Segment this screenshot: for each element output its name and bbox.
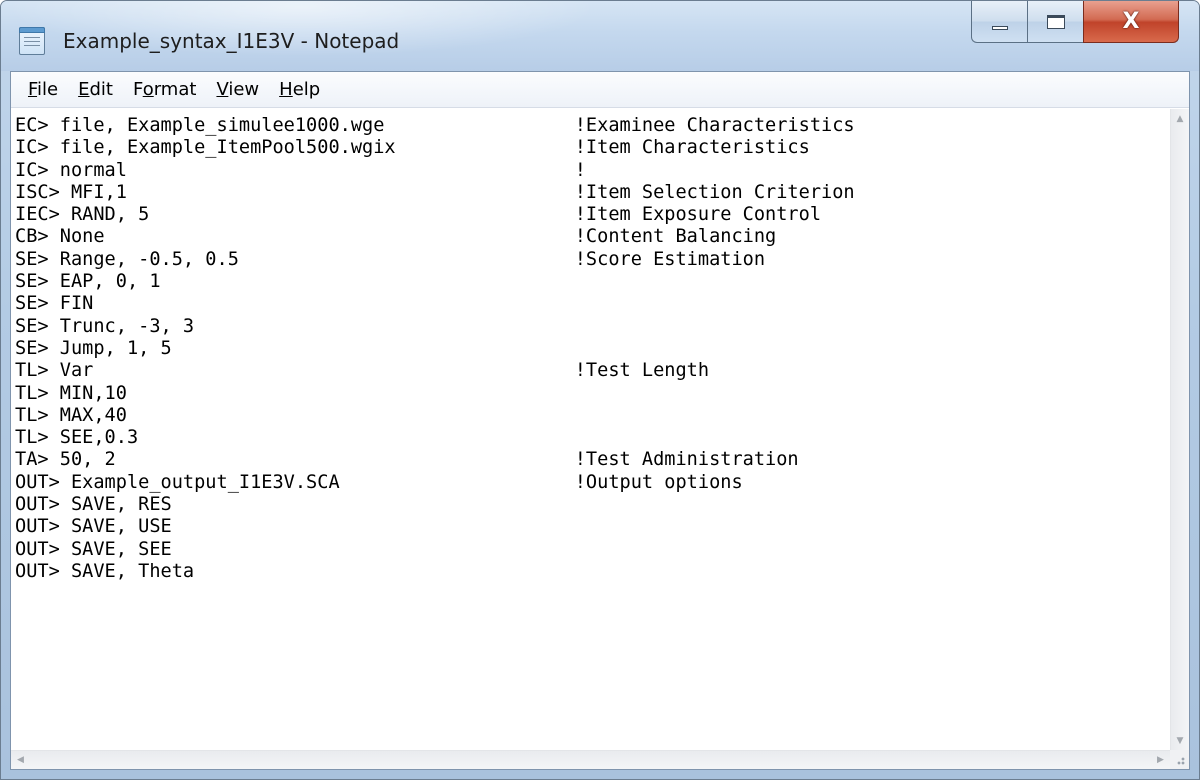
editor-line[interactable]: TL> MIN,10 — [15, 383, 127, 404]
line-padding — [149, 204, 574, 225]
line-code: TA> 50, 2 — [15, 449, 116, 471]
editor-line[interactable]: EC> file, Example_simulee1000.wge !Exami… — [15, 115, 855, 136]
editor-line[interactable]: TL> Var !Test Length — [15, 360, 709, 381]
menu-format[interactable]: Format — [124, 75, 205, 104]
editor-line[interactable]: SE> Trunc, -3, 3 — [15, 316, 194, 337]
line-code: OUT> SAVE, Theta — [15, 560, 195, 582]
line-code: SE> Trunc, -3, 3 — [15, 315, 195, 337]
line-code: OUT> Example_output_I1E3V.SCA — [15, 471, 340, 493]
line-padding — [116, 449, 575, 470]
menu-edit[interactable]: Edit — [69, 75, 122, 104]
vertical-scrollbar[interactable]: ▲ ▼ — [1170, 109, 1189, 750]
line-code: TL> Var — [15, 360, 94, 382]
editor-line[interactable]: TL> SEE,0.3 — [15, 427, 138, 448]
menu-file[interactable]: File — [19, 75, 67, 104]
line-code: EC> file, Example_simulee1000.wge — [15, 115, 385, 136]
line-code: OUT> SAVE, SEE — [15, 538, 172, 560]
line-code: ISC> MFI,1 — [15, 181, 127, 203]
scroll-up-arrow-icon[interactable]: ▲ — [1171, 109, 1189, 128]
title-bar[interactable]: Example_syntax_I1E3V - Notepad X — [1, 1, 1199, 71]
line-code: SE> Jump, 1, 5 — [15, 337, 172, 359]
line-padding — [93, 360, 574, 381]
line-comment: !Item Selection Criterion — [574, 181, 855, 203]
notepad-window: Example_syntax_I1E3V - Notepad X File Ed… — [0, 0, 1200, 780]
horizontal-scrollbar[interactable]: ◀ ▶ — [11, 750, 1170, 769]
maximize-icon — [1046, 14, 1065, 29]
editor-line[interactable]: SE> EAP, 0, 1 — [15, 271, 161, 292]
minimize-icon — [991, 25, 1008, 30]
menu-help[interactable]: Help — [270, 75, 329, 104]
maximize-button[interactable] — [1027, 1, 1083, 43]
editor-line[interactable]: ISC> MFI,1 !Item Selection Criterion — [15, 182, 855, 203]
editor-line[interactable]: SE> Jump, 1, 5 — [15, 338, 172, 359]
caption-buttons: X — [971, 1, 1179, 43]
editor-line[interactable]: OUT> SAVE, SEE — [15, 539, 172, 560]
line-padding — [127, 182, 575, 203]
editor-line[interactable]: SE> FIN — [15, 293, 93, 314]
line-comment: !Output options — [574, 471, 743, 493]
line-padding — [384, 115, 574, 136]
line-comment: !Test Administration — [574, 449, 799, 471]
scroll-down-arrow-icon[interactable]: ▼ — [1171, 731, 1189, 750]
minimize-button[interactable] — [971, 1, 1027, 43]
menu-bar: File Edit Format View Help — [11, 72, 1189, 108]
line-comment: !Item Characteristics — [574, 137, 810, 159]
text-editor[interactable]: EC> file, Example_simulee1000.wge !Exami… — [11, 109, 1170, 750]
line-padding — [239, 249, 575, 270]
editor-line[interactable]: OUT> Example_output_I1E3V.SCA !Output op… — [15, 472, 743, 493]
line-comment: !Test Length — [574, 360, 710, 382]
scroll-right-arrow-icon[interactable]: ▶ — [1151, 751, 1170, 769]
line-code: OUT> SAVE, RES — [15, 494, 172, 516]
size-grip-icon[interactable] — [1170, 750, 1189, 769]
line-code: TL> SEE,0.3 — [15, 427, 139, 449]
editor-line[interactable]: IEC> RAND, 5 !Item Exposure Control — [15, 204, 821, 225]
line-comment: ! — [574, 159, 586, 181]
editor-line[interactable]: OUT> SAVE, Theta — [15, 561, 194, 582]
editor-line[interactable]: OUT> SAVE, USE — [15, 516, 172, 537]
close-icon: X — [1122, 8, 1140, 34]
line-code: TL> MIN,10 — [15, 382, 127, 404]
line-padding — [127, 160, 575, 181]
line-comment: !Examinee Characteristics — [574, 115, 855, 136]
menu-view[interactable]: View — [207, 75, 268, 104]
line-code: SE> Range, -0.5, 0.5 — [15, 248, 239, 270]
close-button[interactable]: X — [1083, 1, 1179, 43]
line-padding — [340, 472, 575, 493]
line-padding — [396, 137, 575, 158]
line-code: IC> normal — [15, 159, 127, 181]
editor-line[interactable]: OUT> SAVE, RES — [15, 494, 172, 515]
line-padding — [105, 226, 575, 247]
client-area: File Edit Format View Help EC> file, Exa… — [10, 71, 1190, 770]
line-comment: !Score Estimation — [574, 248, 766, 270]
editor-content[interactable]: EC> file, Example_simulee1000.wge !Exami… — [11, 109, 1170, 583]
line-code: TL> MAX,40 — [15, 404, 127, 426]
line-code: SE> EAP, 0, 1 — [15, 271, 161, 293]
line-code: CB> None — [15, 226, 105, 248]
editor-line[interactable]: IC> normal ! — [15, 160, 586, 181]
editor-line[interactable]: CB> None !Content Balancing — [15, 226, 776, 247]
line-code: SE> FIN — [15, 293, 94, 315]
line-code: IC> file, Example_ItemPool500.wgix — [15, 137, 396, 159]
scroll-left-arrow-icon[interactable]: ◀ — [11, 751, 30, 769]
editor-line[interactable]: TL> MAX,40 — [15, 405, 127, 426]
editor-line[interactable]: SE> Range, -0.5, 0.5 !Score Estimation — [15, 249, 765, 270]
window-title: Example_syntax_I1E3V - Notepad — [63, 29, 400, 53]
line-code: IEC> RAND, 5 — [15, 204, 150, 226]
editor-line[interactable]: IC> file, Example_ItemPool500.wgix !Item… — [15, 137, 810, 158]
notepad-icon[interactable] — [19, 27, 45, 55]
line-comment: !Content Balancing — [574, 226, 777, 248]
line-code: OUT> SAVE, USE — [15, 516, 172, 538]
line-comment: !Item Exposure Control — [574, 204, 822, 226]
editor-line[interactable]: TA> 50, 2 !Test Administration — [15, 449, 799, 470]
